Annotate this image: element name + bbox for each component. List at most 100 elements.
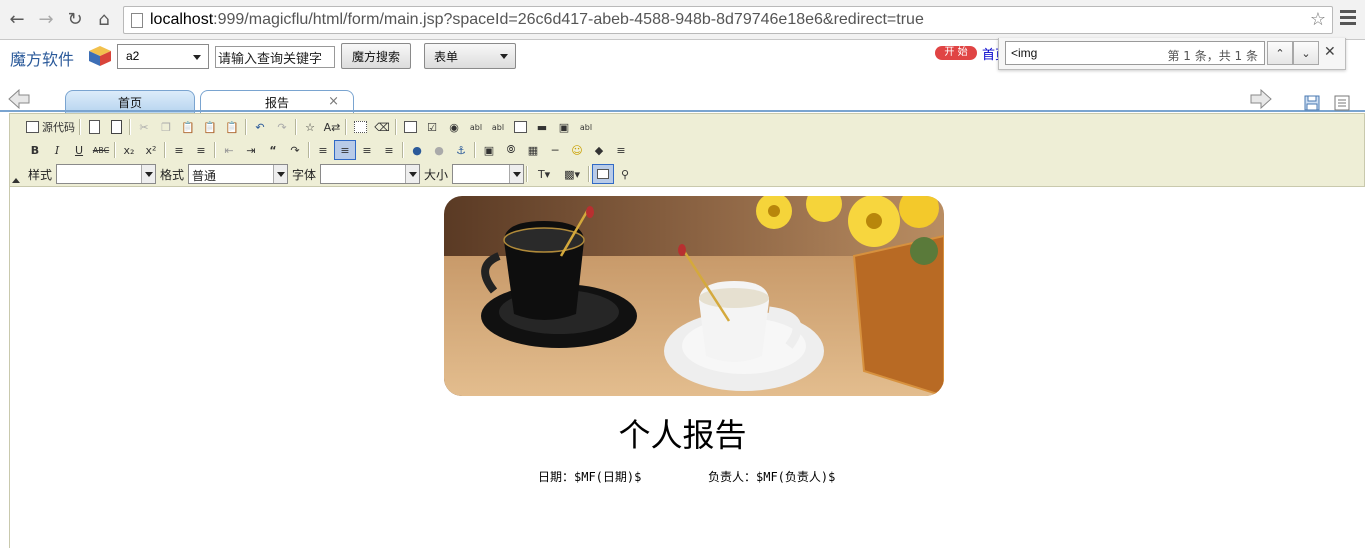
horizontal-rule-icon[interactable]: ─ <box>544 140 566 160</box>
toolbar-separator <box>402 142 404 158</box>
superscript-icon[interactable]: x² <box>140 140 162 160</box>
align-center-icon[interactable]: ≡ <box>334 140 356 160</box>
source-label: 源代码 <box>42 121 75 134</box>
textarea-icon[interactable]: abl <box>487 117 509 137</box>
chevron-down-icon <box>193 55 201 60</box>
replace-icon[interactable]: A⇄ <box>321 117 343 137</box>
scroll-right-icon[interactable] <box>1250 89 1272 109</box>
home-icon[interactable]: ⌂ <box>93 9 115 31</box>
source-icon <box>26 121 39 133</box>
checkbox-icon[interactable]: ☑ <box>421 117 443 137</box>
find-icon[interactable]: ☆ <box>299 117 321 137</box>
italic-icon[interactable]: I <box>46 140 68 160</box>
indent-icon[interactable]: ⇥ <box>240 140 262 160</box>
paste-word-icon[interactable]: 📋 <box>221 117 243 137</box>
bullet-list-icon[interactable]: ≡ <box>190 140 212 160</box>
search-input[interactable]: 请输入查询关键字 <box>215 46 335 68</box>
image-icon[interactable]: ▣ <box>478 140 500 160</box>
find-previous-button[interactable]: ⌃ <box>1267 41 1293 65</box>
space-select[interactable]: a2 <box>117 44 209 69</box>
align-right-icon[interactable]: ≡ <box>356 140 378 160</box>
select-field-icon[interactable] <box>509 117 531 137</box>
select-all-icon[interactable] <box>349 117 371 137</box>
align-left-icon[interactable]: ≡ <box>312 140 334 160</box>
special-char-icon[interactable]: ◆ <box>588 140 610 160</box>
cut-icon[interactable]: ✂ <box>133 117 155 137</box>
bookmark-star-icon[interactable]: ☆ <box>1310 9 1326 30</box>
radio-icon[interactable]: ◉ <box>443 117 465 137</box>
paste-icon[interactable]: 📋 <box>177 117 199 137</box>
search-button[interactable]: 魔方搜索 <box>341 43 411 69</box>
style-select[interactable] <box>56 164 157 184</box>
page-break-icon[interactable]: ≡ <box>610 140 632 160</box>
list-settings-icon[interactable] <box>1334 95 1350 111</box>
undo-icon[interactable]: ↶ <box>249 117 271 137</box>
size-select[interactable] <box>452 164 525 184</box>
save-icon[interactable] <box>1304 95 1320 111</box>
toolbar-separator <box>295 119 297 135</box>
format-value: 普通 <box>192 169 217 183</box>
paste-text-icon[interactable]: 📋 <box>199 117 221 137</box>
strikethrough-icon[interactable]: ABC <box>90 140 112 160</box>
close-icon[interactable]: × <box>328 94 339 109</box>
underline-icon[interactable]: U <box>68 140 90 160</box>
unlink-icon[interactable]: ● <box>428 140 450 160</box>
form-select[interactable]: 表单 <box>424 43 516 69</box>
justify-icon[interactable]: ≡ <box>378 140 400 160</box>
chevron-down-icon <box>273 165 288 183</box>
button-field-icon[interactable]: ▬ <box>531 117 553 137</box>
browser-toolbar: ← → ↻ ⌂ localhost:999/magicflu/html/form… <box>0 0 1365 40</box>
smiley-icon[interactable]: ☺ <box>566 140 588 160</box>
text-color-icon[interactable]: T▾ <box>530 164 558 184</box>
font-label: 字体 <box>292 167 317 182</box>
url-text[interactable]: localhost:999/magicflu/html/form/main.js… <box>150 11 924 29</box>
find-next-button[interactable]: ⌄ <box>1293 41 1319 65</box>
remove-format-icon[interactable]: ⌫ <box>371 117 393 137</box>
bold-icon[interactable]: B <box>24 140 46 160</box>
show-blocks-icon[interactable]: ⚲ <box>614 164 636 184</box>
start-badge[interactable]: 开 始 <box>935 46 977 60</box>
numbered-list-icon[interactable]: ≡ <box>168 140 190 160</box>
back-icon[interactable]: ← <box>6 9 28 31</box>
preview-icon[interactable] <box>105 117 127 137</box>
creatediv-icon[interactable]: ↷ <box>284 140 306 160</box>
space-select-value: a2 <box>126 49 140 63</box>
toolbar-separator <box>129 119 131 135</box>
blockquote-icon[interactable]: “ <box>262 140 284 160</box>
hidden-field-icon[interactable]: abl <box>575 117 597 137</box>
copy-icon[interactable]: ❐ <box>155 117 177 137</box>
toolbar-row-2: B I U ABC x₂ x² ≡ ≡ ⇤ ⇥ “ ↷ ≡ ≡ ≡ ≡ ● ● … <box>24 139 632 161</box>
close-icon[interactable]: ✕ <box>1324 44 1336 60</box>
scroll-left-icon[interactable] <box>8 89 30 109</box>
address-bar[interactable]: localhost:999/magicflu/html/form/main.js… <box>123 6 1333 34</box>
link-icon[interactable]: ● <box>406 140 428 160</box>
anchor-icon[interactable]: ⚓ <box>450 140 472 160</box>
toolbar-separator <box>526 166 529 182</box>
table-icon[interactable]: ▦ <box>522 140 544 160</box>
chrome-menu-icon[interactable] <box>1340 10 1356 28</box>
collapse-toolbar-icon[interactable] <box>12 178 20 183</box>
format-select[interactable]: 普通 <box>188 164 289 184</box>
toolbar-separator <box>214 142 216 158</box>
date-field: 日期：$MF(日期)$ <box>538 470 642 484</box>
textfield-icon[interactable]: abl <box>465 117 487 137</box>
redo-icon[interactable]: ↷ <box>271 117 293 137</box>
page-icon <box>131 13 143 28</box>
form-icon[interactable] <box>399 117 421 137</box>
forward-icon[interactable]: → <box>35 9 57 31</box>
font-select[interactable] <box>320 164 421 184</box>
reload-icon[interactable]: ↻ <box>64 9 86 31</box>
source-code-button[interactable]: 源代码 <box>24 117 77 137</box>
flash-icon[interactable]: ⦾ <box>500 140 522 160</box>
toolbar-separator <box>79 119 81 135</box>
maximize-icon[interactable] <box>592 164 615 184</box>
outdent-icon[interactable]: ⇤ <box>218 140 240 160</box>
image-button-icon[interactable]: ▣ <box>553 117 575 137</box>
subscript-icon[interactable]: x₂ <box>118 140 140 160</box>
new-page-icon[interactable] <box>83 117 105 137</box>
bg-color-icon[interactable]: ▩▾ <box>558 164 586 184</box>
find-input[interactable]: <img 第 1 条，共 1 条 <box>1005 41 1265 65</box>
banner-image <box>444 196 944 396</box>
logo-text: 魔方软件 <box>10 50 75 69</box>
toolbar-separator <box>474 142 476 158</box>
